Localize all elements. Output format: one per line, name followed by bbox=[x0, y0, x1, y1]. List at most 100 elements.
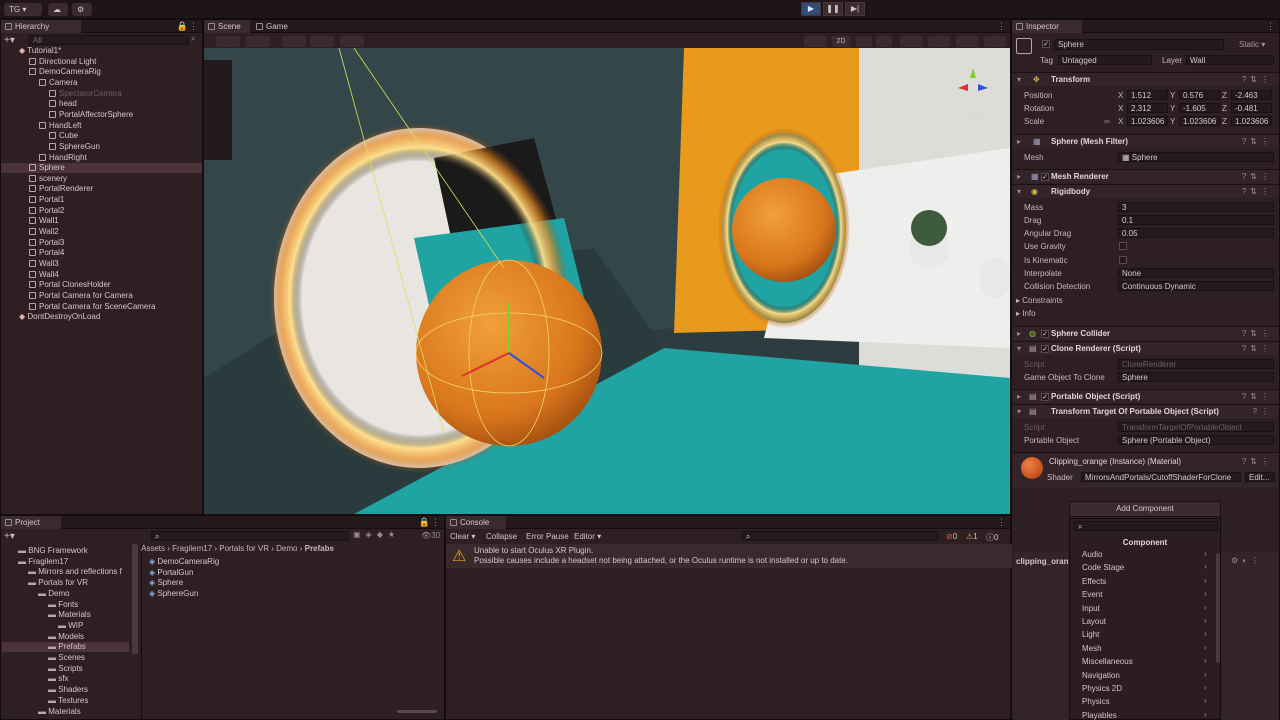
transform-scl-x-field[interactable]: 1.023606 bbox=[1127, 116, 1168, 126]
hierarchy-item[interactable]: SpectatorCamera bbox=[1, 89, 202, 99]
effects-icon[interactable] bbox=[900, 36, 922, 47]
project-folder-item[interactable]: ▬ Scripts bbox=[2, 664, 129, 674]
hierarchy-item[interactable]: Wall2 bbox=[1, 227, 202, 237]
project-tree-scrollbar[interactable] bbox=[132, 544, 138, 654]
hierarchy-item[interactable]: Wall1 bbox=[1, 216, 202, 226]
2d-toggle[interactable]: 2D bbox=[832, 36, 850, 47]
hierarchy-search-input[interactable]: All bbox=[29, 35, 189, 45]
hierarchy-item[interactable]: Portal3 bbox=[1, 238, 202, 248]
rigidbody-header[interactable]: ▾ ◉ Rigidbody ?⇅⋮ bbox=[1013, 184, 1279, 198]
scene-gizmo[interactable] bbox=[956, 66, 990, 100]
hierarchy-item[interactable]: ◆ Tutorial1* bbox=[1, 46, 202, 56]
transform-scl-y-field[interactable]: 1.023606 bbox=[1179, 116, 1220, 126]
tag-dropdown[interactable]: Untagged bbox=[1058, 55, 1152, 65]
component-category-item[interactable]: Light bbox=[1082, 629, 1099, 641]
component-category-item[interactable]: Navigation bbox=[1082, 670, 1120, 682]
hierarchy-item[interactable]: DemoCameraRig bbox=[1, 67, 202, 77]
shader-dropdown[interactable]: MirrorsAndPortals/CutoffShaderForClone bbox=[1081, 472, 1241, 482]
collision-detection-dropdown[interactable]: Continuous Dynamic bbox=[1118, 281, 1274, 291]
hierarchy-item[interactable]: Sphere bbox=[1, 163, 202, 174]
hierarchy-item[interactable]: Portal2 bbox=[1, 206, 202, 216]
component-actions-icon[interactable]: ?⇅⋮ bbox=[1242, 344, 1273, 353]
material-actions-icon[interactable]: ?⇅⋮ bbox=[1242, 457, 1273, 466]
search-filter-icon[interactable]: ⌕ bbox=[191, 34, 195, 44]
component-actions-icon[interactable]: ?⇅⋮ bbox=[1242, 392, 1273, 401]
layer-dropdown[interactable]: Wall bbox=[1186, 55, 1274, 65]
transform-pos-x-field[interactable]: 1.512 bbox=[1127, 90, 1168, 100]
project-folder-item[interactable]: ▬ Mirrors and reflections f bbox=[2, 567, 129, 577]
hierarchy-item[interactable]: Camera bbox=[1, 78, 202, 88]
add-component-button[interactable]: Add Component bbox=[1069, 501, 1221, 517]
angular-drag-field[interactable]: 0.05 bbox=[1118, 228, 1274, 238]
tab-scene[interactable]: Scene bbox=[204, 20, 250, 33]
info-foldout[interactable]: ▸ Info bbox=[1016, 308, 1036, 319]
component-category-item[interactable]: Effects bbox=[1082, 576, 1106, 588]
component-category-item[interactable]: Input bbox=[1082, 603, 1100, 615]
inspector-more-icon[interactable]: ⋮ bbox=[1266, 21, 1275, 32]
component-list-scrollbar[interactable] bbox=[1216, 553, 1220, 663]
audio-icon[interactable] bbox=[876, 36, 892, 47]
warning-count-button[interactable]: ⚠1 bbox=[966, 532, 978, 541]
cloud-icon[interactable]: ☁ bbox=[48, 3, 68, 16]
lighting-icon[interactable] bbox=[856, 36, 872, 47]
mass-field[interactable]: 3 bbox=[1118, 202, 1274, 212]
project-folder-item[interactable]: ▬ WIP bbox=[2, 621, 129, 631]
component-actions-icon[interactable]: ?⇅⋮ bbox=[1242, 172, 1273, 181]
step-button[interactable]: ▶| bbox=[845, 2, 865, 16]
more-icon[interactable]: ⋮ bbox=[189, 21, 198, 32]
transform-rot-x-field[interactable]: 2.312 bbox=[1127, 103, 1168, 113]
sphere-collider-header[interactable]: ▸ ◍ ✓ Sphere Collider ?⇅⋮ bbox=[1013, 326, 1279, 340]
lower-actions-icon[interactable]: ⚙◐⋮ bbox=[1231, 556, 1263, 565]
transform-scl-z-field[interactable]: 1.023606 bbox=[1231, 116, 1272, 126]
transform-target-header[interactable]: ▾ ▤ Transform Target Of Portable Object … bbox=[1013, 404, 1279, 418]
component-actions-icon[interactable]: ?⇅⋮ bbox=[1242, 187, 1273, 196]
hierarchy-item[interactable]: Cube bbox=[1, 131, 202, 141]
breadcrumb-item[interactable]: Portals for VR bbox=[219, 544, 269, 553]
portable-object-enabled-checkbox[interactable]: ✓ bbox=[1041, 393, 1049, 401]
project-folder-item[interactable]: ▬ BNG Framework bbox=[2, 546, 129, 556]
project-more-icon[interactable]: ⋮ bbox=[431, 517, 440, 528]
breadcrumb-item[interactable]: Prefabs bbox=[305, 544, 334, 553]
transform-rot-y-field[interactable]: -1.605 bbox=[1179, 103, 1220, 113]
tab-hierarchy[interactable]: Hierarchy bbox=[1, 20, 81, 33]
hierarchy-item[interactable]: Portal4 bbox=[1, 248, 202, 258]
game-object-to-clone-field[interactable]: Sphere bbox=[1118, 372, 1274, 382]
hierarchy-item[interactable]: HandRight bbox=[1, 153, 202, 163]
tab-game[interactable]: Game bbox=[252, 20, 298, 33]
scene-more-icon[interactable]: ⋮ bbox=[997, 21, 1006, 32]
hierarchy-item[interactable]: ◆ DontDestroyOnLoad bbox=[1, 312, 202, 322]
active-checkbox[interactable]: ✓ bbox=[1042, 40, 1050, 48]
edit-shader-button[interactable]: Edit... bbox=[1245, 472, 1275, 482]
increment-button[interactable] bbox=[340, 36, 364, 47]
component-actions-icon[interactable]: ?⇅⋮ bbox=[1242, 137, 1273, 146]
shading-button[interactable] bbox=[246, 36, 270, 47]
component-category-item[interactable]: Event bbox=[1082, 589, 1102, 601]
hierarchy-item[interactable]: head bbox=[1, 99, 202, 109]
transform-header[interactable]: ▾ ✥ Transform ?⇅⋮ bbox=[1013, 72, 1279, 86]
object-name-field[interactable]: Sphere bbox=[1054, 39, 1224, 50]
component-category-item[interactable]: Playables bbox=[1082, 710, 1117, 720]
transform-pos-y-field[interactable]: 0.576 bbox=[1179, 90, 1220, 100]
project-asset-item[interactable]: ◈ PortalGun bbox=[149, 568, 193, 578]
project-folder-item[interactable]: ▬ Shaders bbox=[2, 685, 129, 695]
clear-button[interactable]: Clear ▾ bbox=[450, 532, 475, 541]
play-button[interactable]: ▶ bbox=[801, 2, 821, 16]
hierarchy-item[interactable]: Directional Light bbox=[1, 57, 202, 67]
gizmos-icon[interactable] bbox=[984, 36, 1006, 47]
link-icon[interactable]: ∞ bbox=[1104, 117, 1110, 126]
project-asset-item[interactable]: ◈ SphereGun bbox=[149, 589, 198, 599]
collapse-button[interactable]: Collapse bbox=[486, 532, 517, 541]
persp-label[interactable]: ≺ Persp bbox=[954, 110, 984, 119]
hierarchy-item[interactable]: scenery bbox=[1, 174, 202, 184]
project-folder-item[interactable]: ▬ Scenes bbox=[2, 653, 129, 663]
hidden-objects-icon[interactable] bbox=[928, 36, 950, 47]
hierarchy-item[interactable]: Portal ClonesHolder bbox=[1, 280, 202, 290]
portable-object-header[interactable]: ▸ ▤ ✓ Portable Object (Script) ?⇅⋮ bbox=[1013, 389, 1279, 403]
lock-icon[interactable]: 🔒 bbox=[177, 21, 188, 32]
project-folder-item[interactable]: ▬ Fragilem17 bbox=[2, 557, 129, 567]
add-icon[interactable]: +▾ bbox=[4, 35, 15, 46]
project-asset-item[interactable]: ◈ DemoCameraRig bbox=[149, 557, 219, 567]
use-gravity-checkbox[interactable] bbox=[1119, 242, 1127, 250]
project-lock-icon[interactable]: 🔒 bbox=[419, 517, 430, 528]
error-pause-button[interactable]: Error Pause bbox=[526, 532, 569, 541]
